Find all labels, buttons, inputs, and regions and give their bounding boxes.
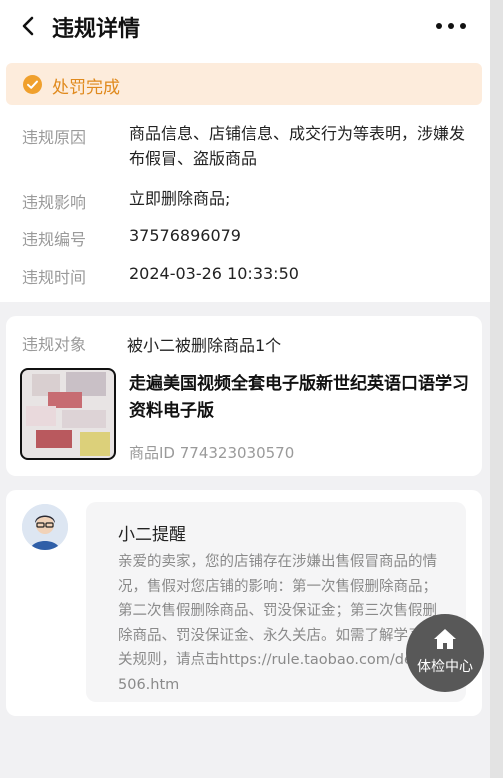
check-circle-icon bbox=[23, 75, 42, 94]
detail-value: 2024-03-26 10:33:50 bbox=[129, 264, 299, 283]
detail-label: 违规编号 bbox=[22, 230, 87, 249]
product-thumbnail[interactable] bbox=[20, 368, 116, 460]
health-center-button[interactable]: 体检中心 bbox=[406, 614, 484, 692]
page-title: 违规详情 bbox=[52, 17, 141, 42]
detail-value: 商品信息、店铺信息、成交行为等表明，涉嫌发布假冒、盗版商品 bbox=[129, 124, 466, 168]
violation-object-card: 违规对象 被小二被删除商品1个 走遍美国视频全套电子版新世纪英语口语学习资料电子… bbox=[6, 316, 482, 476]
violation-info-card: 处罚完成 违规原因 商品信息、店铺信息、成交行为等表明，涉嫌发布假冒、盗版商品 … bbox=[0, 54, 490, 302]
detail-label: 违规时间 bbox=[22, 268, 87, 287]
status-text: 处罚完成 bbox=[52, 78, 120, 98]
detail-label: 违规影响 bbox=[22, 193, 87, 212]
page: 违规详情 处罚完成 违规原因 商品信息、店铺信息、成交行为等表明，涉嫌发布假冒、… bbox=[0, 0, 490, 778]
top-nav-bar: 违规详情 bbox=[0, 0, 490, 54]
status-banner: 处罚完成 bbox=[6, 63, 482, 105]
scrollbar[interactable] bbox=[490, 0, 503, 778]
more-dots-icon[interactable] bbox=[436, 17, 466, 35]
home-icon bbox=[433, 628, 457, 650]
reminder-card: 小二提醒 亲爱的卖家，您的店铺存在涉嫌出售假冒商品的情况，售假对您店铺的影响：第… bbox=[6, 490, 482, 716]
object-count: 被小二被删除商品1个 bbox=[127, 336, 282, 355]
product-title[interactable]: 走遍美国视频全套电子版新世纪英语口语学习资料电子版 bbox=[129, 371, 469, 425]
detail-value: 37576896079 bbox=[129, 226, 241, 245]
chevron-left-icon[interactable] bbox=[18, 14, 40, 38]
detail-value: 立即删除商品; bbox=[129, 189, 231, 208]
product-id: 商品ID 774323030570 bbox=[129, 444, 295, 462]
avatar bbox=[22, 504, 68, 550]
health-center-label: 体检中心 bbox=[417, 659, 473, 675]
object-label: 违规对象 bbox=[22, 335, 87, 354]
detail-label: 违规原因 bbox=[22, 128, 87, 147]
message-title: 小二提醒 bbox=[118, 525, 186, 545]
message-body: 亲爱的卖家，您的店铺存在涉嫌出售假冒商品的情况，售假对您店铺的影响：第一次售假删… bbox=[118, 554, 441, 693]
